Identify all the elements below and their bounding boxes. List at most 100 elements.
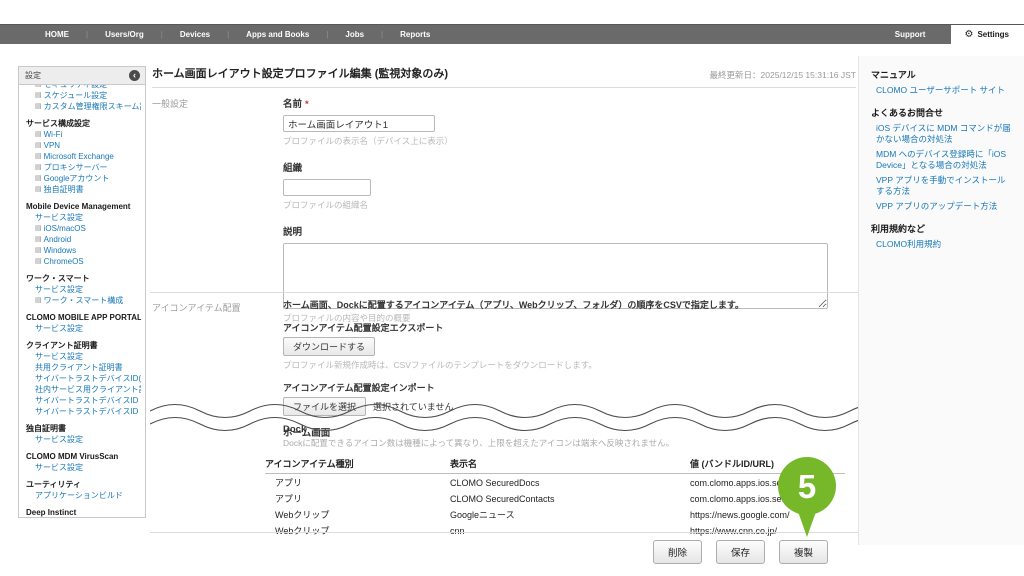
sidebar-item-label: VPN <box>44 140 60 151</box>
sidebar-item[interactable]: ▤iOS/macOS <box>26 223 141 234</box>
sidebar-item-label: サイバートラストデバイスID G3is(... <box>35 406 141 417</box>
sidebar-item-label: iOS/macOS <box>44 223 86 234</box>
table-row: Webクリップcnnhttps://www.cnn.co.jp/ <box>265 522 845 538</box>
gear-icon: ⚙ <box>964 30 973 40</box>
sidebar-body: ▤セキュリティ設定▤スケジュール設定▤カスタム管理権限スキーム設定サービス構成設… <box>19 85 145 518</box>
help-panel: マニュアルCLOMO ユーザーサポート サイトよくあるお問合せiOS デバイスに… <box>858 56 1024 545</box>
sidebar-item-label: サービス設定 <box>35 284 83 295</box>
sidebar-group-header: CLOMO MDM VirusScan <box>26 451 141 462</box>
sidebar-item[interactable]: サイバートラストデバイスID(pilot)... <box>26 373 141 384</box>
delete-button[interactable]: 削除 <box>653 540 702 564</box>
sidebar-item[interactable]: サービス設定 <box>26 212 141 223</box>
profile-type-icon: ▤ <box>35 101 42 112</box>
sidebar-title: 設定 <box>25 70 41 81</box>
sidebar-item[interactable]: ▤Windows <box>26 245 141 256</box>
export-help: プロファイル新規作成時は、CSVファイルのテンプレートをダウンロードします。 <box>283 359 843 371</box>
profile-type-icon: ▤ <box>35 162 42 173</box>
sidebar-item[interactable]: サイバートラストデバイスID G3is(... <box>26 406 141 417</box>
sidebar-list: ▤セキュリティ設定▤スケジュール設定▤カスタム管理権限スキーム設定サービス構成設… <box>26 85 141 518</box>
table-column-header: 表示名 <box>450 455 690 474</box>
sidebar-item[interactable]: ▤プロキシサーバー <box>26 162 141 173</box>
profile-type-icon: ▤ <box>35 140 42 151</box>
help-link[interactable]: MDM へのデバイス登録時に「iOS Device」となる場合の対処法 <box>871 149 1014 171</box>
sidebar-item-label: 共用クライアント証明書 <box>35 362 123 373</box>
dock-help: Dockに配置できるアイコン数は機種によって異なり、上限を超えたアイコンは端末へ… <box>283 437 861 449</box>
sidebar-item-label: サービス設定 <box>35 434 83 445</box>
save-button[interactable]: 保存 <box>716 540 765 564</box>
help-link[interactable]: VPP アプリのアップデート方法 <box>871 201 1014 212</box>
sidebar-item[interactable]: サービス設定 <box>26 351 141 362</box>
table-cell: cnn <box>450 522 690 538</box>
section-label-icon-items: アイコンアイテム配置 <box>152 301 241 314</box>
org-help: プロファイルの組織名 <box>283 199 843 211</box>
nav-item-users-org[interactable]: Users/Org <box>88 30 161 39</box>
page-title: ホーム画面レイアウト設定プロファイル編集 (監視対象のみ) <box>152 65 448 81</box>
nav-item-reports[interactable]: Reports <box>383 30 447 39</box>
sidebar-item-label: Googleアカウント <box>44 173 110 184</box>
profile-type-icon: ▤ <box>35 256 42 267</box>
sidebar-item[interactable]: 共用クライアント証明書 <box>26 362 141 373</box>
sidebar-item[interactable]: ▤ワーク・スマート構成 <box>26 295 141 306</box>
help-link[interactable]: CLOMO利用規約 <box>871 239 1014 250</box>
sidebar-item[interactable]: ▤カスタム管理権限スキーム設定 <box>26 101 141 112</box>
table-cell: Googleニュース <box>450 506 690 522</box>
sidebar-item-label: プロキシサーバー <box>44 162 108 173</box>
dock-label: Dock <box>283 424 861 435</box>
sidebar-item[interactable]: ▤VPN <box>26 140 141 151</box>
sidebar-item-label: サービス設定 <box>35 351 83 362</box>
profile-type-icon: ▤ <box>35 245 42 256</box>
nav-item-jobs[interactable]: Jobs <box>328 30 381 39</box>
table-header-row: アイコンアイテム種別表示名値 (バンドルID/URL) <box>265 455 845 474</box>
sidebar-item-label: ChromeOS <box>44 256 84 267</box>
download-button[interactable]: ダウンロードする <box>283 337 375 356</box>
name-input[interactable] <box>283 115 435 132</box>
table-cell: Webクリップ <box>265 522 450 538</box>
sidebar-item[interactable]: サービス設定 <box>26 462 141 473</box>
sidebar-item[interactable]: ▤Microsoft Exchange <box>26 151 141 162</box>
profile-type-icon: ▤ <box>35 223 42 234</box>
help-link[interactable]: iOS デバイスに MDM コマンドが届かない場合の対処法 <box>871 123 1014 145</box>
nav-item-apps-and-books[interactable]: Apps and Books <box>229 30 326 39</box>
sidebar-item[interactable]: アプリケーションビルド <box>26 490 141 501</box>
sidebar-item[interactable]: ▤ChromeOS <box>26 256 141 267</box>
table-cell: Webクリップ <box>265 506 450 522</box>
help-section-header: 利用規約など <box>871 222 1014 235</box>
nav-item-devices[interactable]: Devices <box>163 30 227 39</box>
org-field-group: 組織 プロファイルの組織名 <box>283 158 843 211</box>
footer-divider <box>150 532 858 533</box>
sidebar-item[interactable]: ▤Android <box>26 234 141 245</box>
name-help: プロファイルの表示名（デバイス上に表示） <box>283 135 843 147</box>
section-divider <box>150 292 858 293</box>
table-row: アプリCLOMO SecuredContactscom.clomo.apps.i… <box>265 490 845 506</box>
sidebar-item-label: カスタム管理権限スキーム設定 <box>44 101 141 112</box>
sidebar-group-header: サービス構成設定 <box>26 118 141 129</box>
help-link[interactable]: VPP アプリを手動でインストールする方法 <box>871 175 1014 197</box>
icon-items-intro: ホーム画面、Dockに配置するアイコンアイテム（アプリ、Webクリップ、フォルダ… <box>283 299 843 311</box>
sidebar-item[interactable]: 社内サービス用クライアント証明書 <box>26 384 141 395</box>
sidebar-item[interactable]: サイバートラストデバイスID G3is... <box>26 395 141 406</box>
table-row: アプリCLOMO SecuredDocscom.clomo.apps.ios.s… <box>265 474 845 491</box>
required-mark: * <box>305 99 309 110</box>
sidebar-item[interactable]: サービス設定 <box>26 323 141 334</box>
duplicate-button[interactable]: 複製 <box>779 540 828 564</box>
profile-type-icon: ▤ <box>35 295 42 306</box>
table-cell: https://www.cnn.co.jp/ <box>690 522 845 538</box>
profile-type-icon: ▤ <box>35 129 42 140</box>
sidebar-item[interactable]: ▤Wi-Fi <box>26 129 141 140</box>
page-header: ホーム画面レイアウト設定プロファイル編集 (監視対象のみ) 最終更新日：2025… <box>152 65 856 88</box>
nav-item-home[interactable]: HOME <box>28 30 86 39</box>
annotation-step-number: 5 <box>798 470 816 503</box>
sidebar-collapse-icon[interactable]: ‹ <box>129 70 140 81</box>
sidebar-item[interactable]: ▤独自証明書 <box>26 184 141 195</box>
nav-support[interactable]: Support <box>869 30 952 39</box>
nav-settings-tab[interactable]: ⚙ Settings <box>951 25 1024 44</box>
sidebar-item[interactable]: ▤Googleアカウント <box>26 173 141 184</box>
sidebar-item[interactable]: サービス設定 <box>26 434 141 445</box>
name-field-group: 名前* プロファイルの表示名（デバイス上に表示） <box>283 94 843 147</box>
sidebar-item[interactable]: ▤スケジュール設定 <box>26 90 141 101</box>
help-link[interactable]: CLOMO ユーザーサポート サイト <box>871 85 1014 96</box>
org-input[interactable] <box>283 179 371 196</box>
nav-menu: HOME|Users/Org|Devices|Apps and Books|Jo… <box>0 25 447 44</box>
table-row: WebクリップGoogleニュースhttps://news.google.com… <box>265 506 845 522</box>
sidebar-item[interactable]: サービス設定 <box>26 284 141 295</box>
